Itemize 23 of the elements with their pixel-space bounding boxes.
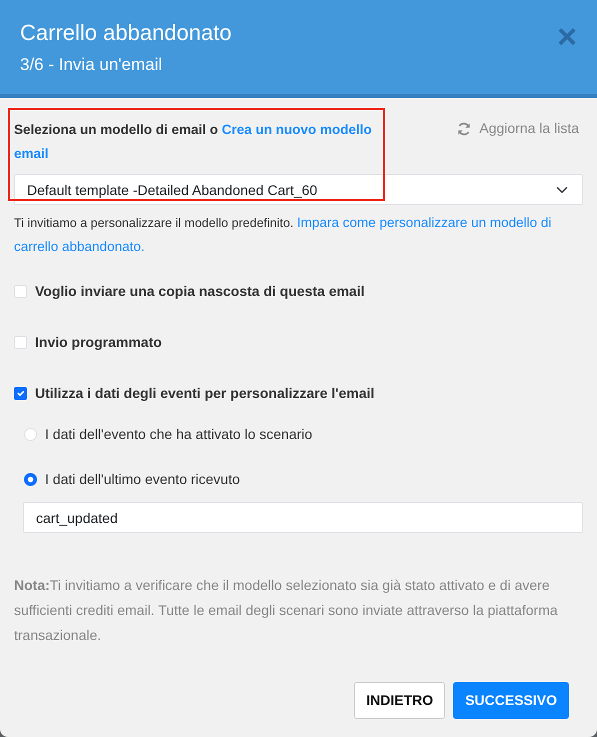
option-label: Utilizza i dati degli eventi per personalizzare l'email — [35, 384, 374, 403]
refresh-icon — [457, 122, 472, 136]
next-button[interactable]: SUCCESSIVO — [453, 682, 569, 719]
radio-label: I dati dell'ultimo evento ricevuto — [45, 470, 240, 489]
modal-subtitle: 3/6 - Invia un'email — [20, 54, 164, 76]
close-button[interactable]: × — [557, 20, 577, 54]
event-radio[interactable] — [24, 473, 37, 486]
template-select[interactable]: Default template -Detailed Abandoned Cart_60 — [14, 174, 583, 205]
modal-title: Carrello abbandonato — [20, 20, 232, 46]
create-template-link[interactable]: email — [14, 146, 49, 161]
refresh-list-button[interactable]: Aggiorna la lista — [457, 118, 579, 139]
learn-link[interactable]: Impara come personalizzare un modello di — [297, 215, 552, 230]
radio-label: I dati dell'evento che ha attivato lo scenario — [45, 425, 312, 444]
option-label: Voglio inviare una copia nascosta di questa email — [35, 282, 365, 301]
back-button[interactable]: INDIETRO — [354, 682, 446, 719]
option-label: Invio programmato — [35, 333, 162, 352]
template-label: Seleziona un modello di email o Crea un nuovo modello email — [14, 121, 373, 163]
option-checkbox[interactable] — [14, 387, 27, 400]
create-template-link[interactable]: Crea un nuovo modello — [222, 122, 372, 137]
note-text: Nota:Ti invitiamo a verificare che il modello selezionato sia già stato attivato e di avere sufficienti crediti email. Tutte le email degli scenari sono inviate attraverso la piattaforma transazionale. — [14, 576, 559, 645]
help-text: Ti invitiamo a personalizzare il modello predefinito. Impara come personalizzare un modello di carrello abbandonato. — [14, 214, 552, 256]
event-name-field[interactable]: cart_updated — [23, 502, 583, 533]
learn-link[interactable]: carrello abbandonato. — [14, 239, 145, 254]
